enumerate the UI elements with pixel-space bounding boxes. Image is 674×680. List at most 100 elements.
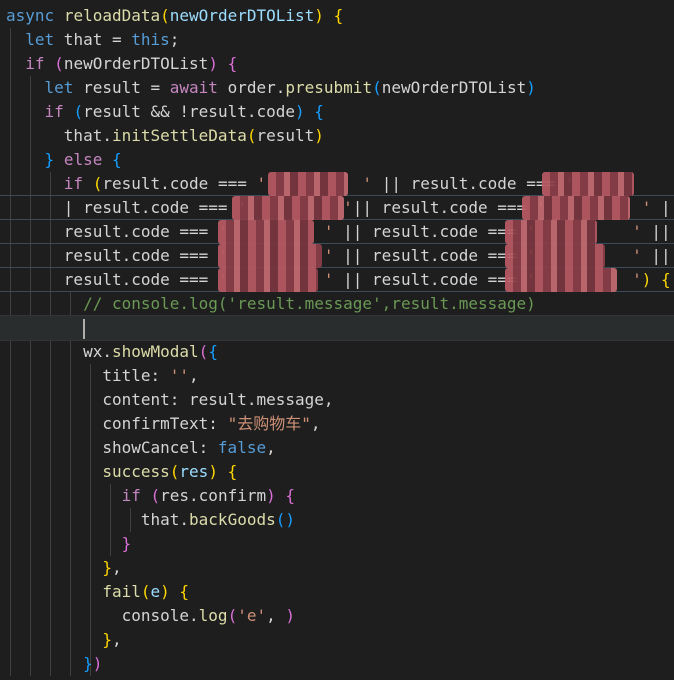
code-token: , [189,366,199,385]
code-token: ) [641,270,652,289]
code-token: ( [54,54,64,73]
code-token: ( [372,78,382,97]
code-line[interactable]: that.backGoods() [6,508,674,532]
code-token: newOrderDTOList [381,78,527,97]
code-token: { [208,342,218,361]
code-token: showModal [111,342,199,361]
code-line[interactable]: async reloadData(newOrderDTOList) { [6,4,674,28]
code-token: , [266,438,276,457]
code-line[interactable]: success(res) { [6,460,674,484]
redacted-value [505,268,617,292]
code-line[interactable]: }) [6,652,674,676]
code-line[interactable]: confirmText: "去购物车", [6,412,674,436]
code-token: ) [92,654,103,673]
current-line[interactable] [0,315,674,341]
code-token: || result.code === [333,246,527,265]
code-token: await [169,78,218,97]
code-token: false [217,438,267,457]
code-token: ( [150,486,161,505]
code-line[interactable]: that.initSettleData(result) [6,124,674,148]
code-line[interactable]: } else { [6,148,674,172]
code-token: this [131,30,170,49]
redacted-value [218,220,314,244]
code-token: , [310,414,321,433]
code-token: ( [169,462,180,481]
code-token: if [63,174,84,193]
code-line[interactable]: wx.showModal({ [6,340,674,364]
code-token: if [44,102,64,121]
code-token: order. [217,78,286,97]
redacted-value [542,172,634,196]
code-line[interactable]: if (res.confirm) { [6,484,674,508]
code-token: ( [92,174,103,193]
code-line[interactable]: fail(e) { [6,580,674,604]
code-token: ( [73,102,84,121]
code-token: { [314,102,324,121]
code-token: ) [160,582,170,601]
code-token: that. [6,510,190,529]
code-editor[interactable]: async reloadData(newOrderDTOList) { let … [0,0,674,680]
code-token: { [661,270,671,289]
redacted-value [505,220,597,244]
code-token: ) [285,510,296,529]
code-token: presubmit [285,78,373,97]
code-token: ) [526,78,536,97]
code-token: content: result.message, [6,390,334,409]
code-token: { [111,150,122,169]
code-token: } [102,630,112,649]
code-token: reloadData [63,6,161,25]
code-token: } [83,654,93,673]
code-line[interactable]: content: result.message, [6,388,674,412]
code-line[interactable]: title: '', [6,364,674,388]
code-token: // console.log('result.message',result.m… [83,294,536,313]
code-token: result [256,126,315,145]
code-line[interactable]: // console.log('result.message',result.m… [6,292,674,316]
code-token: 'e' [237,606,267,625]
code-token: result.code === [6,270,218,289]
code-token: "去购物车" [227,414,311,433]
code-token: res [179,462,209,481]
code-token: fail [102,582,141,601]
code-token: wx. [6,342,112,361]
code-token: ) [285,606,296,625]
code-token: that. [6,126,112,145]
code-line[interactable]: }, [6,628,674,652]
code-token: ; [169,30,180,49]
code-token: ( [275,510,286,529]
code-token: } [121,534,132,553]
code-token: newOrderDTOList [63,54,209,73]
code-token: ( [198,342,209,361]
code-token: let [25,30,55,49]
code-token: ) [208,54,218,73]
code-line[interactable]: } [6,532,674,556]
code-token: , [111,630,122,649]
code-line[interactable]: showCancel: false, [6,436,674,460]
code-line[interactable]: if (result && !result.code) { [6,100,674,124]
code-line[interactable]: let result = await order.presubmit(newOr… [6,76,674,100]
code-token: { [333,6,344,25]
redacted-value [218,244,322,268]
code-token: '' [169,366,190,385]
code-line[interactable]: if (newOrderDTOList) { [6,52,674,76]
code-token: { [285,486,296,505]
code-line[interactable]: }, [6,556,674,580]
code-line[interactable]: console.log('e', ) [6,604,674,628]
code-token: let [44,78,74,97]
code-line[interactable]: let that = this; [6,28,674,52]
code-token: title: [6,366,170,385]
code-token: { [179,582,190,601]
